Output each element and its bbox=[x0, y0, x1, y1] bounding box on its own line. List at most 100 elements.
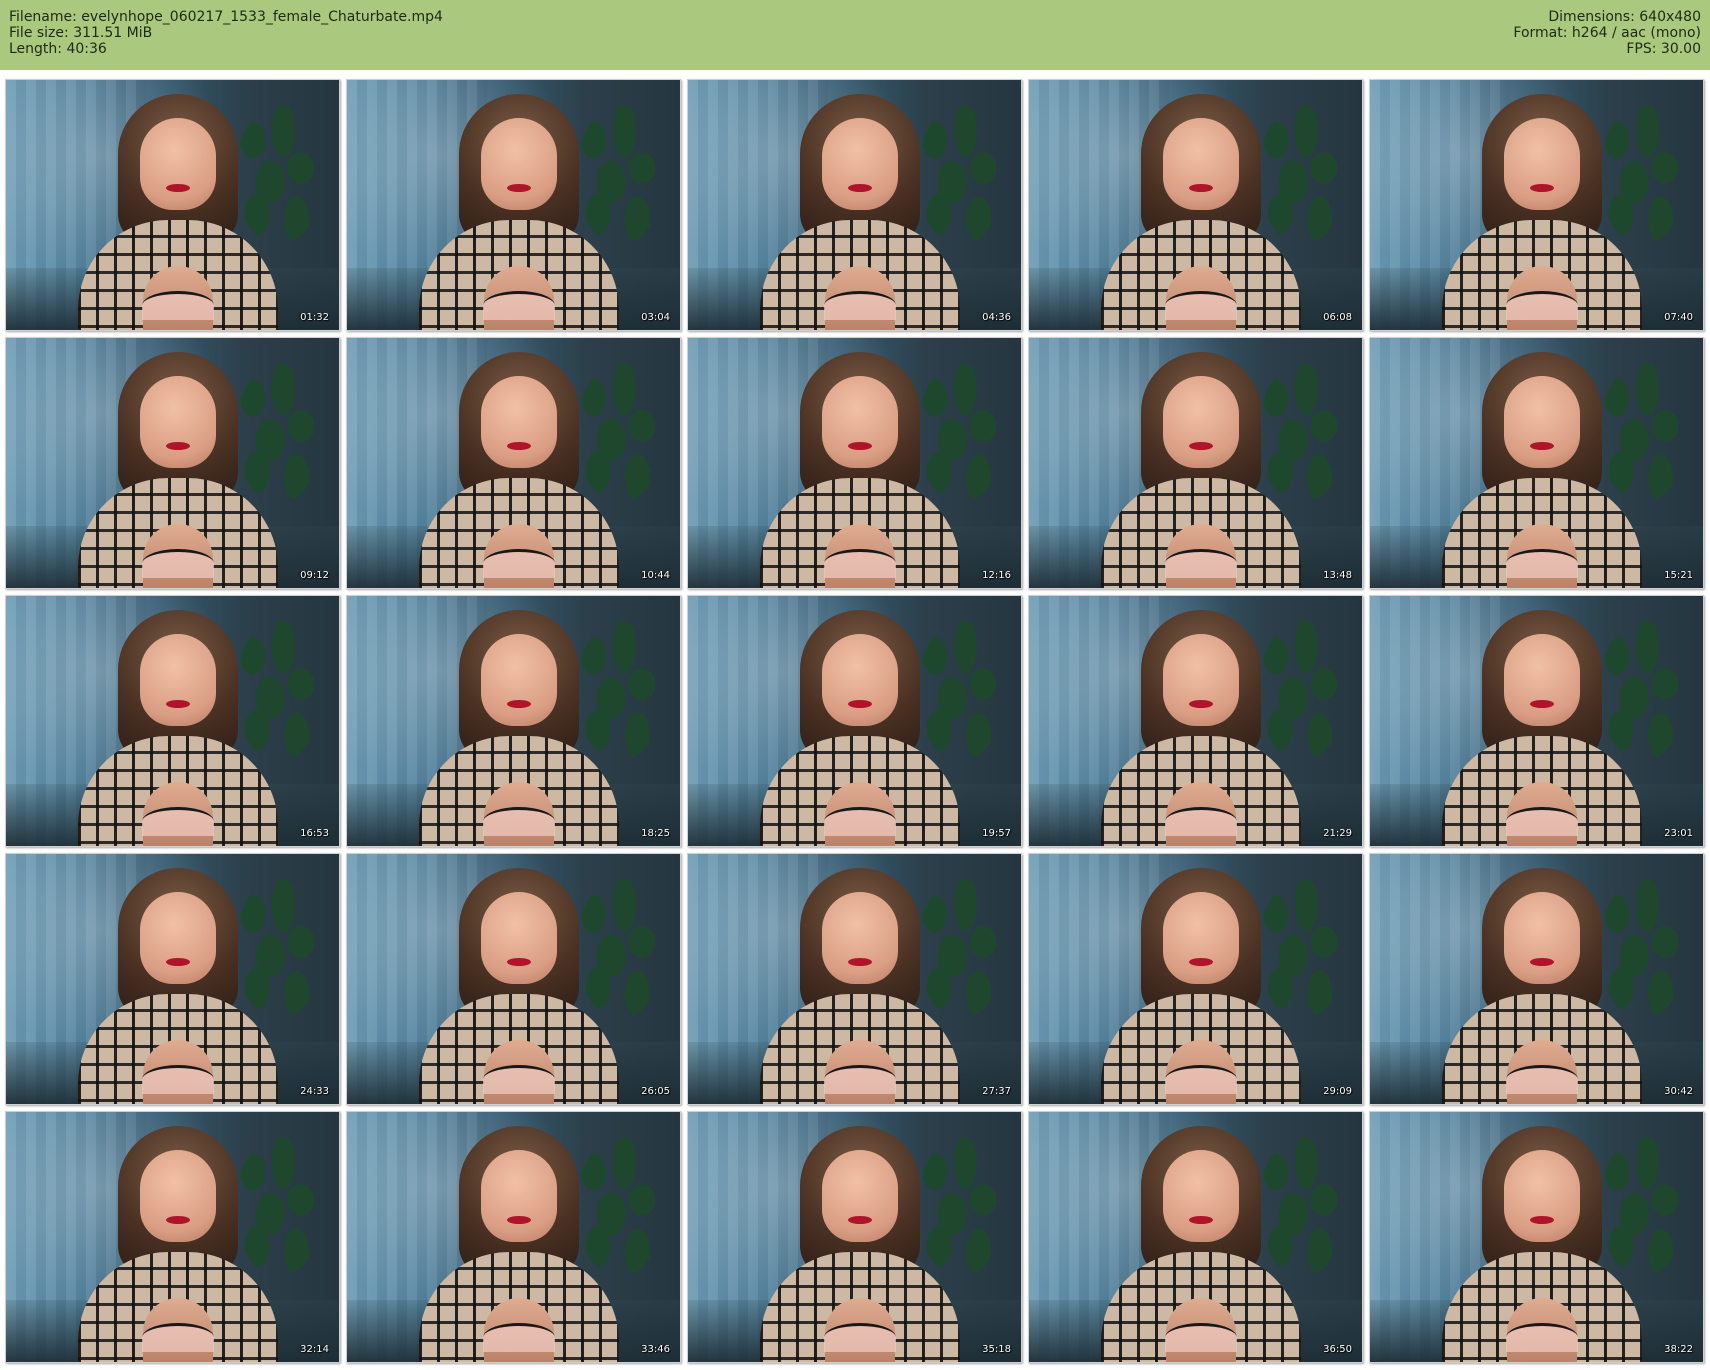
bra-shape bbox=[824, 291, 896, 320]
face-shape bbox=[481, 634, 557, 726]
plant-background bbox=[1258, 363, 1346, 503]
face-shape bbox=[140, 376, 216, 468]
bra-shape bbox=[824, 807, 896, 836]
thumbnail-timestamp: 33:46 bbox=[641, 1344, 670, 1355]
face-shape bbox=[1504, 118, 1580, 210]
video-thumbnail: 15:21 bbox=[1369, 337, 1704, 589]
face-shape bbox=[140, 892, 216, 984]
plant-background bbox=[1599, 363, 1687, 503]
lips-shape bbox=[166, 1216, 190, 1224]
plant-background bbox=[1258, 879, 1346, 1019]
face-shape bbox=[481, 892, 557, 984]
video-thumbnail: 26:05 bbox=[346, 853, 681, 1105]
thumbnail-timestamp: 35:18 bbox=[982, 1344, 1011, 1355]
video-thumbnail: 29:09 bbox=[1028, 853, 1363, 1105]
plant-background bbox=[917, 363, 1005, 503]
plant-background bbox=[1258, 1137, 1346, 1277]
video-thumbnail: 07:40 bbox=[1369, 79, 1704, 331]
lips-shape bbox=[848, 958, 872, 966]
thumbnail-timestamp: 13:48 bbox=[1323, 570, 1352, 581]
thumbnail-timestamp: 27:37 bbox=[982, 1086, 1011, 1097]
bra-shape bbox=[1506, 807, 1578, 836]
plant-background bbox=[1599, 1137, 1687, 1277]
video-thumbnail: 21:29 bbox=[1028, 595, 1363, 847]
bra-shape bbox=[1506, 1323, 1578, 1352]
thumbnail-timestamp: 09:12 bbox=[300, 570, 329, 581]
lips-shape bbox=[507, 958, 531, 966]
plant-background bbox=[576, 621, 664, 761]
face-shape bbox=[481, 376, 557, 468]
file-metadata-right: Dimensions: 640x480 Format: h264 / aac (… bbox=[1513, 9, 1701, 57]
face-shape bbox=[822, 376, 898, 468]
plant-background bbox=[235, 363, 323, 503]
lips-shape bbox=[1530, 1216, 1554, 1224]
bra-shape bbox=[1506, 1065, 1578, 1094]
face-shape bbox=[1163, 1150, 1239, 1242]
plant-background bbox=[1599, 105, 1687, 245]
face-shape bbox=[1163, 634, 1239, 726]
metadata-header: Filename: evelynhope_060217_1533_female_… bbox=[0, 0, 1710, 70]
plant-background bbox=[576, 105, 664, 245]
video-thumbnail: 30:42 bbox=[1369, 853, 1704, 1105]
lips-shape bbox=[848, 700, 872, 708]
lips-shape bbox=[848, 442, 872, 450]
bra-shape bbox=[142, 1323, 214, 1352]
video-thumbnail: 24:33 bbox=[5, 853, 340, 1105]
video-thumbnail: 16:53 bbox=[5, 595, 340, 847]
bra-shape bbox=[824, 1065, 896, 1094]
video-thumbnail: 09:12 bbox=[5, 337, 340, 589]
plant-background bbox=[235, 879, 323, 1019]
video-thumbnail: 10:44 bbox=[346, 337, 681, 589]
thumbnail-timestamp: 15:21 bbox=[1664, 570, 1693, 581]
thumbnail-timestamp: 18:25 bbox=[641, 828, 670, 839]
bra-shape bbox=[142, 1065, 214, 1094]
bra-shape bbox=[483, 1065, 555, 1094]
thumbnail-timestamp: 07:40 bbox=[1664, 312, 1693, 323]
file-size-label: File size: 311.51 MiB bbox=[9, 25, 153, 41]
face-shape bbox=[1504, 892, 1580, 984]
filename-label: Filename: evelynhope_060217_1533_female_… bbox=[9, 9, 443, 25]
lips-shape bbox=[1530, 958, 1554, 966]
thumbnail-timestamp: 16:53 bbox=[300, 828, 329, 839]
thumbnail-timestamp: 36:50 bbox=[1323, 1344, 1352, 1355]
lips-shape bbox=[1189, 1216, 1213, 1224]
thumbnail-timestamp: 19:57 bbox=[982, 828, 1011, 839]
face-shape bbox=[1163, 892, 1239, 984]
thumbnail-timestamp: 21:29 bbox=[1323, 828, 1352, 839]
thumbnail-timestamp: 29:09 bbox=[1323, 1086, 1352, 1097]
fps-label: FPS: 30.00 bbox=[1626, 41, 1701, 57]
plant-background bbox=[235, 621, 323, 761]
lips-shape bbox=[1530, 700, 1554, 708]
bra-shape bbox=[824, 1323, 896, 1352]
face-shape bbox=[1504, 1150, 1580, 1242]
lips-shape bbox=[848, 1216, 872, 1224]
face-shape bbox=[822, 892, 898, 984]
plant-background bbox=[576, 1137, 664, 1277]
bra-shape bbox=[483, 291, 555, 320]
bra-shape bbox=[1506, 549, 1578, 578]
video-thumbnail: 06:08 bbox=[1028, 79, 1363, 331]
lips-shape bbox=[166, 442, 190, 450]
video-thumbnail: 13:48 bbox=[1028, 337, 1363, 589]
lips-shape bbox=[1530, 184, 1554, 192]
lips-shape bbox=[166, 700, 190, 708]
face-shape bbox=[1163, 376, 1239, 468]
video-thumbnail: 36:50 bbox=[1028, 1111, 1363, 1363]
lips-shape bbox=[1189, 958, 1213, 966]
bra-shape bbox=[142, 807, 214, 836]
lips-shape bbox=[1189, 700, 1213, 708]
plant-background bbox=[917, 105, 1005, 245]
bra-shape bbox=[483, 549, 555, 578]
video-thumbnail: 38:22 bbox=[1369, 1111, 1704, 1363]
video-thumbnail: 19:57 bbox=[687, 595, 1022, 847]
length-label: Length: 40:36 bbox=[9, 41, 107, 57]
format-label: Format: h264 / aac (mono) bbox=[1513, 25, 1701, 41]
video-thumbnail: 27:37 bbox=[687, 853, 1022, 1105]
face-shape bbox=[140, 634, 216, 726]
face-shape bbox=[140, 1150, 216, 1242]
thumbnail-timestamp: 04:36 bbox=[982, 312, 1011, 323]
face-shape bbox=[822, 1150, 898, 1242]
plant-background bbox=[235, 105, 323, 245]
face-shape bbox=[1504, 376, 1580, 468]
file-metadata-left: Filename: evelynhope_060217_1533_female_… bbox=[9, 9, 443, 57]
